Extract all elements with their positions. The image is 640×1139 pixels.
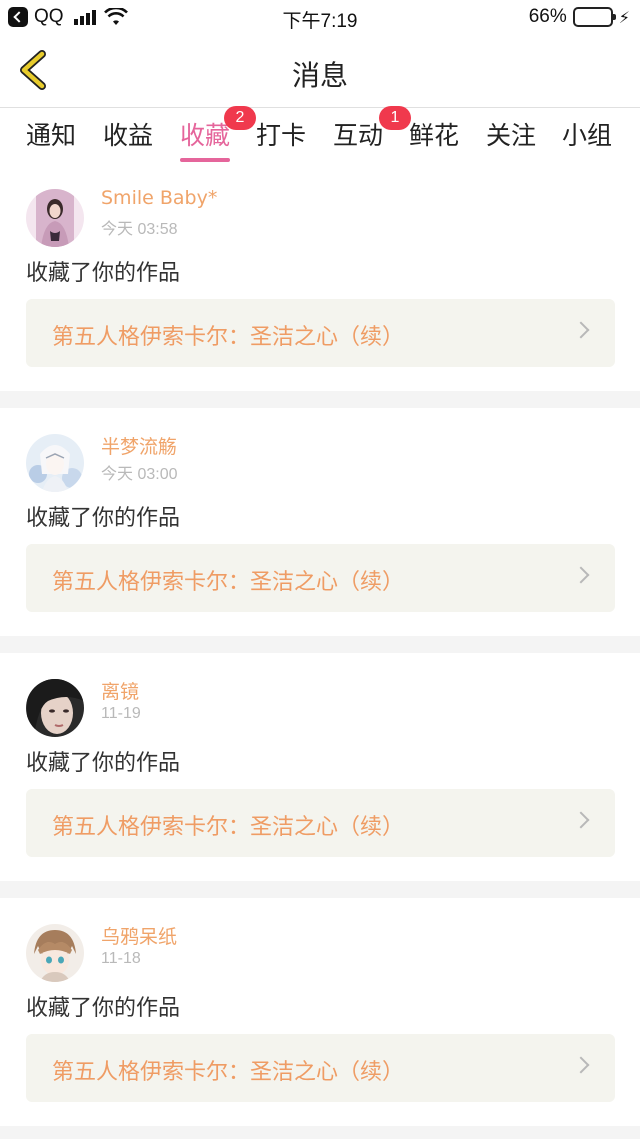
- tab-label: 打卡: [256, 121, 307, 150]
- message-time: 今天 03:58: [101, 221, 178, 238]
- message-time: 今天 03:00: [101, 466, 178, 483]
- tab-label: 通知: [26, 121, 77, 150]
- message-card: 乌鸦呆纸 11-18 收藏了你的作品 第五人格伊索卡尔：圣洁之心（续）: [0, 898, 640, 1126]
- tab-earnings[interactable]: 收益: [103, 116, 153, 152]
- avatar[interactable]: [26, 434, 84, 492]
- tab-interactions[interactable]: 互动 1: [333, 106, 411, 152]
- status-bar: QQ 下午7:19 66% ⚡: [0, 0, 640, 36]
- work-title: 第五人格伊索卡尔：圣洁之心（续）: [52, 570, 405, 595]
- charging-bolt-icon: ⚡: [618, 7, 630, 27]
- battery-icon: [572, 7, 616, 27]
- work-title: 第五人格伊索卡尔：圣洁之心（续）: [52, 325, 405, 350]
- active-tab-underline: [180, 158, 231, 162]
- tab-bar: 通知 收益 收藏 2 打卡 互动 1 鲜花 关注 小组: [0, 106, 640, 168]
- work-link[interactable]: 第五人格伊索卡尔：圣洁之心（续）: [26, 789, 615, 857]
- message-card: Smile Baby* 今天 03:58 收藏了你的作品 第五人格伊索卡尔：圣洁…: [0, 163, 640, 391]
- user-name[interactable]: 乌鸦呆纸: [101, 922, 177, 949]
- message-card: 离镜 11-19 收藏了你的作品 第五人格伊索卡尔：圣洁之心（续）: [0, 653, 640, 881]
- work-link[interactable]: 第五人格伊索卡尔：圣洁之心（续）: [26, 1034, 615, 1102]
- message-time: 11-19: [101, 705, 141, 722]
- action-text: 收藏了你的作品: [26, 506, 181, 531]
- favorites-badge: 2: [224, 106, 256, 130]
- work-link[interactable]: 第五人格伊索卡尔：圣洁之心（续）: [26, 544, 615, 612]
- tab-label: 小组: [562, 121, 613, 150]
- tab-label: 收藏: [180, 121, 231, 150]
- tab-label: 关注: [486, 121, 537, 150]
- user-name[interactable]: 离镜: [101, 677, 139, 704]
- tab-flowers[interactable]: 鲜花: [409, 116, 459, 152]
- battery-percent: 66%: [528, 6, 567, 27]
- chevron-right-icon: [572, 1056, 590, 1074]
- tab-notifications[interactable]: 通知: [26, 116, 76, 152]
- tab-label: 收益: [103, 121, 154, 150]
- work-link[interactable]: 第五人格伊索卡尔：圣洁之心（续）: [26, 299, 615, 367]
- action-text: 收藏了你的作品: [26, 261, 181, 286]
- avatar[interactable]: [26, 189, 84, 247]
- chevron-right-icon: [572, 321, 590, 339]
- message-time: 11-18: [101, 950, 141, 967]
- action-text: 收藏了你的作品: [26, 751, 181, 776]
- tab-label: 鲜花: [409, 121, 460, 150]
- work-title: 第五人格伊索卡尔：圣洁之心（续）: [52, 815, 405, 840]
- nav-bar: 消息: [0, 36, 640, 108]
- avatar[interactable]: [26, 924, 84, 982]
- tab-favorites[interactable]: 收藏 2: [180, 106, 256, 162]
- tab-groups[interactable]: 小组: [562, 116, 612, 152]
- user-name[interactable]: 半梦流觞: [101, 432, 177, 459]
- user-name[interactable]: Smile Baby*: [101, 187, 217, 209]
- tab-label: 互动: [333, 121, 384, 150]
- interactions-badge: 1: [379, 106, 411, 130]
- tab-following[interactable]: 关注: [486, 116, 536, 152]
- page-title: 消息: [291, 59, 348, 92]
- chevron-right-icon: [572, 811, 590, 829]
- avatar[interactable]: [26, 679, 84, 737]
- status-right: 66% ⚡: [529, 6, 630, 28]
- message-card: 半梦流觞 今天 03:00 收藏了你的作品 第五人格伊索卡尔：圣洁之心（续）: [0, 408, 640, 636]
- chevron-right-icon: [572, 566, 590, 584]
- work-title: 第五人格伊索卡尔：圣洁之心（续）: [52, 1060, 405, 1085]
- tab-checkin[interactable]: 打卡: [256, 116, 306, 152]
- action-text: 收藏了你的作品: [26, 996, 181, 1021]
